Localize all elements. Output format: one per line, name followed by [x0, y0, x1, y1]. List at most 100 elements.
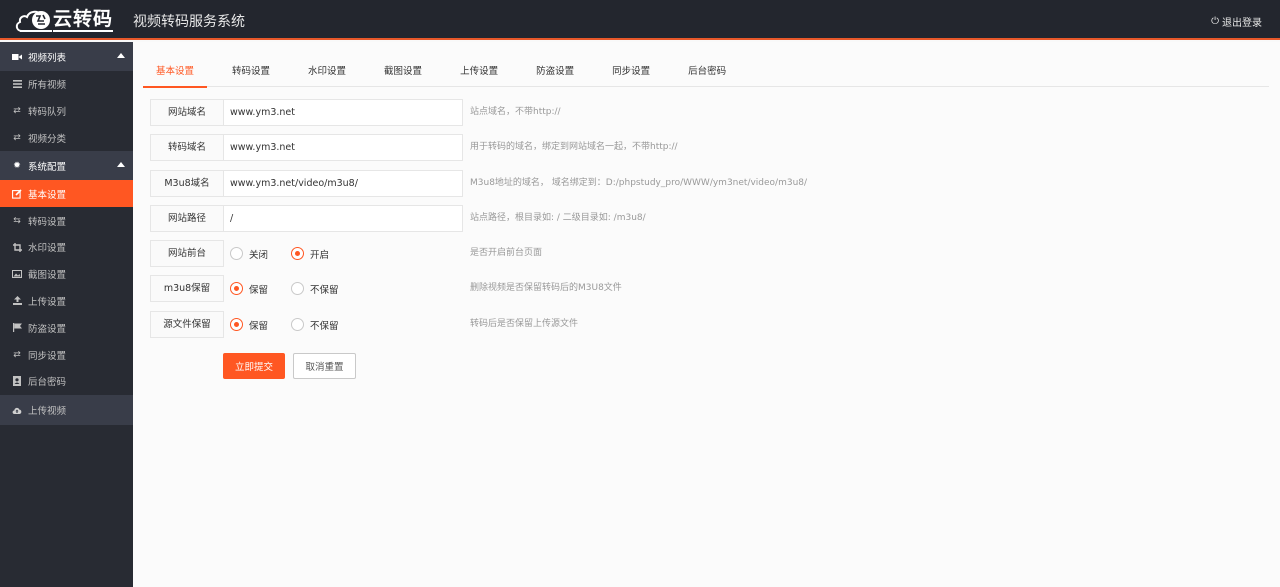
gear-icon: ✹ [13, 160, 21, 171]
sidebar-item-video-category[interactable]: ⇄ 视频分类 [0, 124, 133, 152]
field-label: 网站路径 [150, 205, 224, 232]
logout-button[interactable]: ⏻ 退出登录 [1211, 14, 1262, 29]
tab-transcode-settings[interactable]: 转码设置 [219, 59, 283, 87]
radio-frontend-on[interactable]: 开启 [291, 247, 352, 261]
list-icon [12, 79, 22, 89]
image-icon [12, 269, 22, 279]
power-icon: ⏻ [1211, 16, 1219, 27]
radio-circle-icon [230, 247, 243, 260]
field-hint: M3u8地址的域名， 域名绑定到：D:/phpstudy_pro/WWW/ym3… [470, 178, 808, 188]
sidebar-item-label: 同步设置 [28, 350, 67, 362]
edit-icon [12, 189, 22, 199]
reset-button[interactable]: 取消重置 [293, 353, 356, 379]
radio-label: 保留 [249, 320, 269, 332]
radio-label: 保留 [249, 284, 269, 296]
sidebar-item-label: 基本设置 [28, 189, 67, 201]
sidebar-item-sync-settings[interactable]: ⇄ 同步设置 [0, 341, 133, 368]
upload-icon [12, 296, 22, 306]
top-header: 云转码 视频转码服务系统 ⏻ 退出登录 [0, 0, 1280, 40]
main-content: 基本设置 转码设置 水印设置 截图设置 上传设置 防盗设置 同步设置 后台密码 … [133, 42, 1280, 587]
radio-checked-icon [291, 247, 304, 260]
radio-label: 不保留 [310, 284, 339, 296]
field-label: M3u8域名 [150, 170, 224, 197]
caret-up-icon [117, 162, 125, 168]
radio-checked-icon [230, 282, 243, 295]
exchange-icon: ⇄ [13, 106, 21, 117]
site-path-input[interactable] [223, 205, 463, 232]
m3u8-keep-radio-group: 保留 不保留 [230, 275, 352, 302]
sidebar-item-watermark-settings[interactable]: 水印设置 [0, 233, 133, 261]
radio-circle-icon [291, 318, 304, 331]
crop-icon [12, 242, 22, 252]
cloud-upload-icon [12, 405, 22, 415]
radio-frontend-off[interactable]: 关闭 [230, 247, 291, 261]
tab-watermark-settings[interactable]: 水印设置 [295, 59, 359, 87]
radio-m3u8-keep[interactable]: 保留 [230, 282, 291, 296]
field-label: 转码域名 [150, 134, 224, 161]
sidebar-item-anti-leech-settings[interactable]: 防盗设置 [0, 314, 133, 342]
sidebar-item-admin-password[interactable]: 后台密码 [0, 367, 133, 395]
field-hint: 转码后是否保留上传源文件 [470, 319, 579, 329]
radio-checked-icon [230, 318, 243, 331]
source-keep-radio-group: 保留 不保留 [230, 311, 352, 338]
sidebar-item-label: 水印设置 [28, 243, 67, 255]
exchange-icon: ⇄ [13, 132, 21, 143]
logout-label: 退出登录 [1222, 18, 1262, 29]
sidebar: 视频列表 所有视频 ⇄ 转码队列 ⇄ 视频分类 ✹ 系统配置 基本设置 ⇆ 转码… [0, 42, 133, 587]
tab-screenshot-settings[interactable]: 截图设置 [371, 59, 435, 87]
tab-sync-settings[interactable]: 同步设置 [599, 59, 663, 87]
field-label: 网站域名 [150, 99, 224, 126]
sidebar-item-label: 防盗设置 [28, 323, 67, 335]
sidebar-item-label: 视频分类 [28, 133, 67, 145]
radio-circle-icon [291, 282, 304, 295]
sidebar-item-label: 所有视频 [28, 80, 67, 92]
radio-m3u8-discard[interactable]: 不保留 [291, 282, 352, 296]
site-domain-input[interactable] [223, 99, 463, 126]
sidebar-group-label: 系统配置 [28, 161, 67, 173]
sidebar-item-basic-settings[interactable]: 基本设置 [0, 180, 133, 208]
transcode-domain-input[interactable] [223, 134, 463, 161]
tab-anti-leech-settings[interactable]: 防盗设置 [523, 59, 587, 87]
sidebar-item-upload-settings[interactable]: 上传设置 [0, 287, 133, 315]
tab-admin-password[interactable]: 后台密码 [675, 59, 739, 87]
sidebar-item-label: 转码设置 [28, 216, 67, 228]
user-card-icon [12, 376, 22, 387]
cloud-logo-icon [14, 7, 52, 33]
sidebar-item-all-videos[interactable]: 所有视频 [0, 71, 133, 98]
sidebar-group-label: 视频列表 [28, 52, 67, 64]
site-frontend-radio-group: 关闭 开启 [230, 240, 352, 267]
settings-tabs: 基本设置 转码设置 水印设置 截图设置 上传设置 防盗设置 同步设置 后台密码 [143, 59, 1269, 88]
caret-up-icon [117, 53, 125, 58]
sidebar-item-transcode-queue[interactable]: ⇄ 转码队列 [0, 97, 133, 125]
logo[interactable]: 云转码 [14, 6, 114, 34]
field-hint: 站点域名，不带http:// [470, 107, 561, 117]
sidebar-item-label: 上传设置 [28, 296, 67, 308]
sidebar-item-screenshot-settings[interactable]: 截图设置 [0, 260, 133, 288]
sidebar-item-label: 截图设置 [28, 270, 67, 282]
sidebar-group-video-list[interactable]: 视频列表 [0, 42, 133, 71]
field-label: 网站前台 [150, 240, 224, 267]
radio-label: 开启 [310, 249, 330, 261]
m3u8-domain-input[interactable] [223, 170, 463, 197]
sidebar-item-label: 转码队列 [28, 107, 67, 119]
radio-source-keep[interactable]: 保留 [230, 318, 291, 332]
sidebar-item-label: 后台密码 [28, 377, 67, 389]
sidebar-item-label: 上传视频 [28, 405, 67, 417]
field-hint: 用于转码的域名，绑定到网站域名一起，不带http:// [470, 142, 678, 152]
sidebar-item-transcode-settings[interactable]: ⇆ 转码设置 [0, 207, 133, 234]
field-label: 源文件保留 [150, 311, 224, 338]
logo-text: 云转码 [53, 8, 114, 32]
sidebar-group-system-config[interactable]: ✹ 系统配置 [0, 151, 133, 181]
sidebar-item-upload-video[interactable]: 上传视频 [0, 394, 133, 425]
flag-icon [12, 323, 22, 333]
tab-basic-settings[interactable]: 基本设置 [143, 59, 208, 88]
field-label: m3u8保留 [150, 275, 224, 302]
retweet-icon: ⇆ [13, 215, 21, 226]
submit-button[interactable]: 立即提交 [223, 353, 285, 379]
radio-source-discard[interactable]: 不保留 [291, 318, 352, 332]
field-hint: 站点路径，根目录如: / 二级目录如: /m3u8/ [470, 213, 646, 223]
field-hint: 是否开启前台页面 [470, 248, 543, 258]
tab-upload-settings[interactable]: 上传设置 [447, 59, 511, 87]
field-hint: 删除视频是否保留转码后的M3U8文件 [470, 283, 622, 293]
radio-label: 关闭 [249, 249, 269, 261]
